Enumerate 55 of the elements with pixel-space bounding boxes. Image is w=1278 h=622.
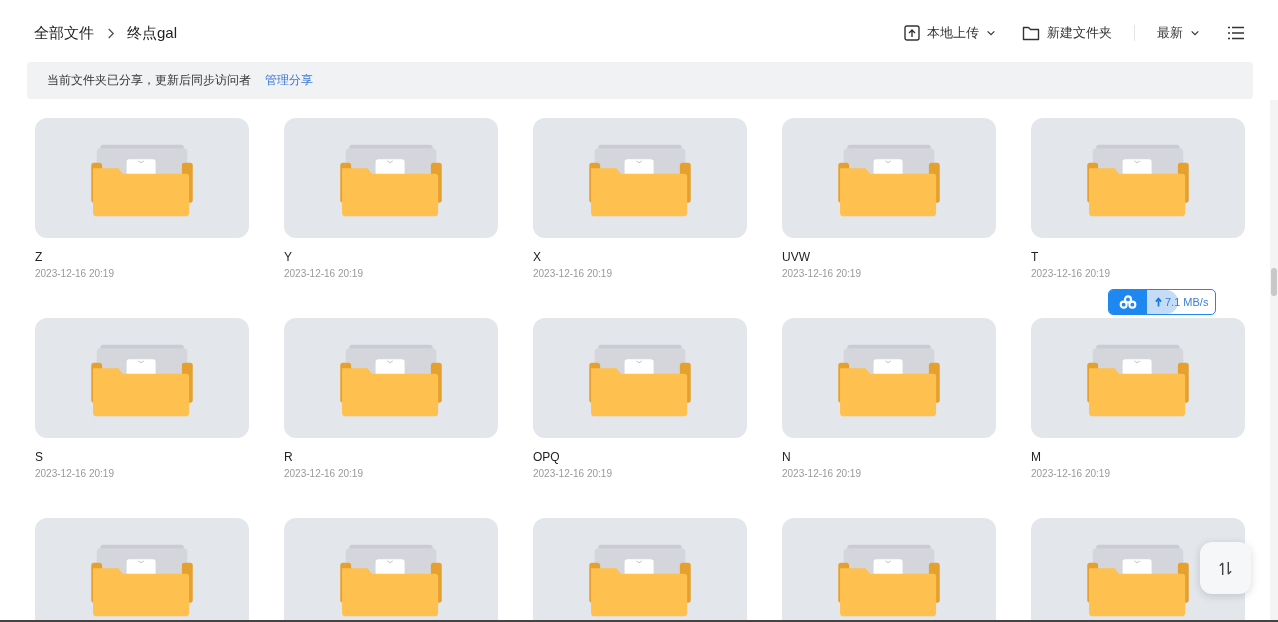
upload-speed-text: 7.1 MB/s <box>1165 296 1209 308</box>
list-icon <box>1228 26 1244 40</box>
folder-date: 2023-12-16 20:19 <box>284 468 363 479</box>
folder-name[interactable]: OPQ <box>533 450 560 464</box>
breadcrumb-link[interactable]: 全部文件 <box>34 23 94 43</box>
folder-date: 2023-12-16 20:19 <box>533 268 612 279</box>
folder-name[interactable]: Z <box>35 250 43 264</box>
manage-share-link[interactable]: 管理分享 <box>265 72 313 89</box>
share-notice-text: 当前文件夹已分享，更新后同步访问者 <box>47 72 251 89</box>
folder-tile[interactable] <box>284 318 498 438</box>
folder-date: 2023-12-16 20:19 <box>1031 268 1110 279</box>
chevron-down-icon <box>986 28 996 38</box>
folder-name[interactable]: N <box>782 450 791 464</box>
chevron-down-icon <box>1190 28 1200 38</box>
cloud-icon <box>1119 295 1137 309</box>
folder-tile[interactable] <box>1031 118 1245 238</box>
folder-name[interactable]: R <box>284 450 293 464</box>
folder-name[interactable]: S <box>35 450 43 464</box>
upload-button[interactable]: 本地上传 <box>904 20 996 46</box>
folder-date: 2023-12-16 20:19 <box>1031 468 1110 479</box>
folder-name[interactable]: UVW <box>782 250 810 264</box>
chevron-right-icon <box>106 26 115 40</box>
folder-date: 2023-12-16 20:19 <box>284 268 363 279</box>
up-down-arrows-icon <box>1218 560 1233 576</box>
folder-tile[interactable] <box>782 318 996 438</box>
new-folder-button[interactable]: 新建文件夹 <box>1022 20 1112 46</box>
floating-sort-overlay[interactable] <box>1200 542 1251 594</box>
folder-name[interactable]: M <box>1031 450 1041 464</box>
folder-tile[interactable] <box>35 118 249 238</box>
folder-tile[interactable] <box>533 518 747 620</box>
scrollbar-thumb[interactable] <box>1271 268 1277 296</box>
sort-button[interactable]: 最新 <box>1157 20 1200 46</box>
folder-date: 2023-12-16 20:19 <box>782 468 861 479</box>
folder-tile[interactable] <box>35 518 249 620</box>
folder-tile[interactable] <box>782 118 996 238</box>
folder-icon <box>1022 25 1040 41</box>
folder-tile[interactable] <box>533 318 747 438</box>
upload-icon <box>904 25 920 41</box>
folder-tile[interactable] <box>35 318 249 438</box>
folder-name[interactable]: Y <box>284 250 292 264</box>
folder-tile[interactable] <box>284 118 498 238</box>
breadcrumb-link[interactable]: 终点gal <box>127 23 178 43</box>
folder-date: 2023-12-16 20:19 <box>35 268 114 279</box>
folder-tile[interactable] <box>533 118 747 238</box>
folder-tile[interactable] <box>782 518 996 620</box>
folder-tile[interactable] <box>284 518 498 620</box>
arrow-up-icon <box>1155 297 1162 307</box>
scrollbar-track[interactable] <box>1270 100 1278 620</box>
upload-speed-badge[interactable]: 7.1 MB/s <box>1108 289 1216 315</box>
folder-date: 2023-12-16 20:19 <box>782 268 861 279</box>
folder-name[interactable]: T <box>1031 250 1039 264</box>
folder-date: 2023-12-16 20:19 <box>533 468 612 479</box>
folder-name[interactable]: X <box>533 250 541 264</box>
folder-tile[interactable] <box>1031 318 1245 438</box>
folder-date: 2023-12-16 20:19 <box>35 468 114 479</box>
